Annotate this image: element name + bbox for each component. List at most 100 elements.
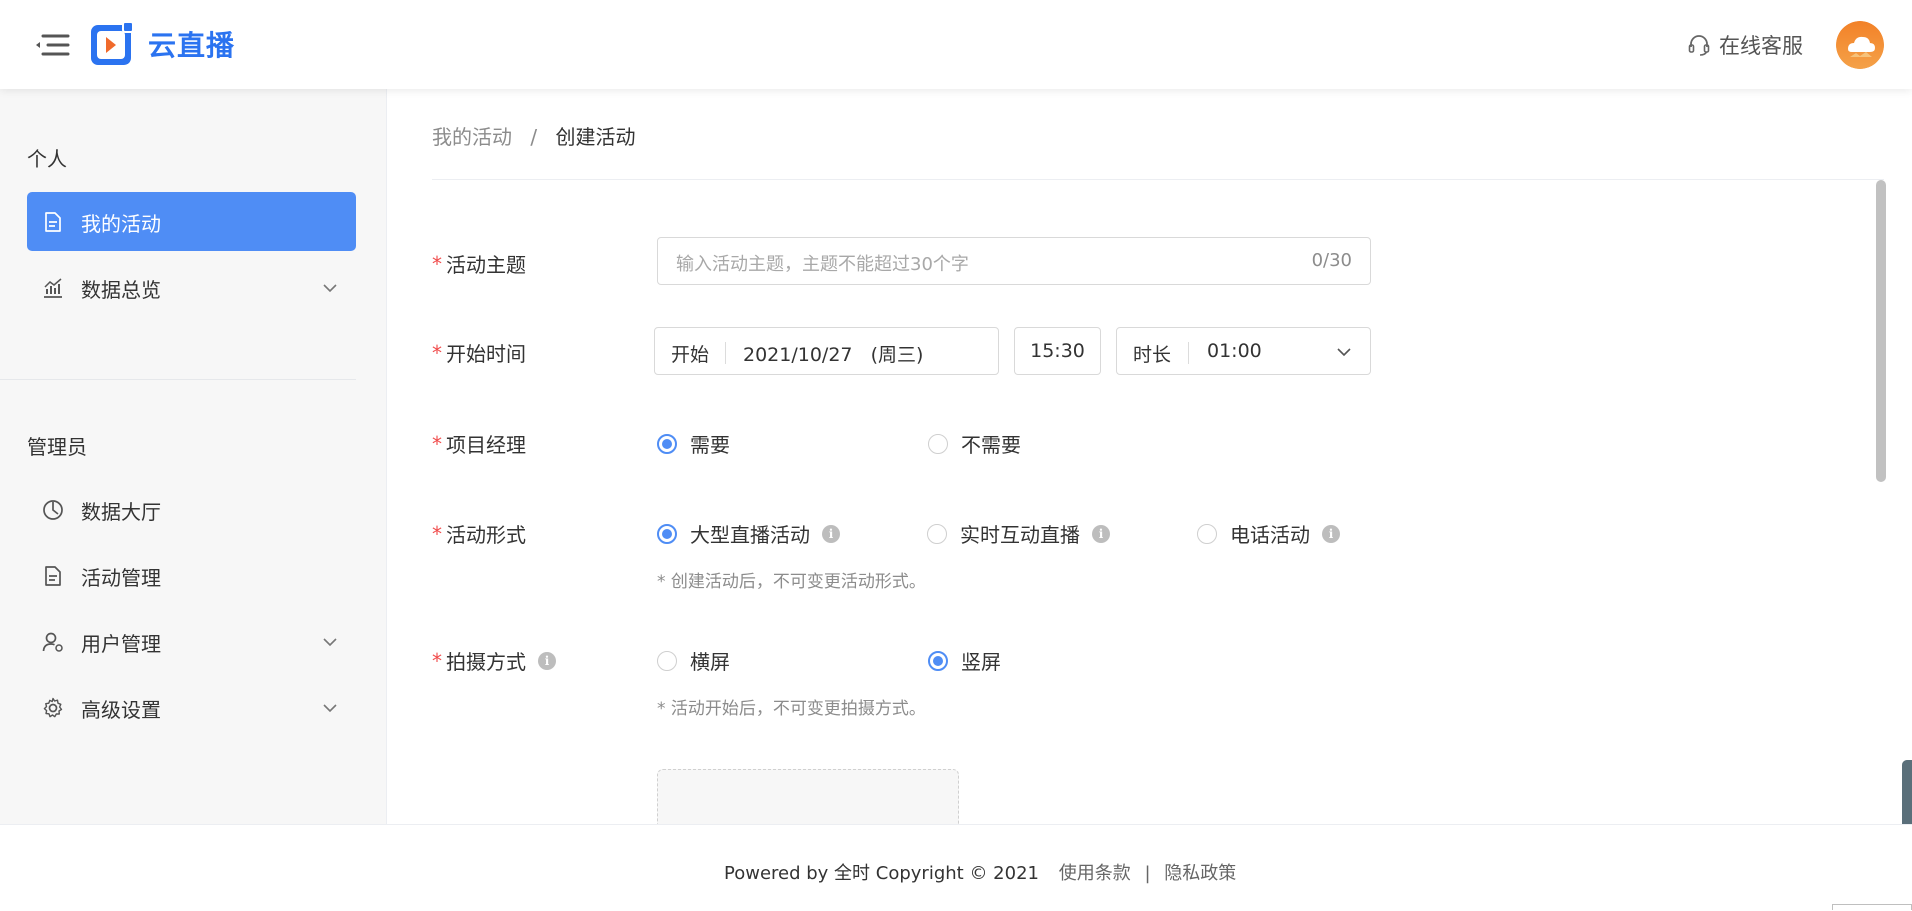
sidebar-item-label: 数据大厅 [81, 500, 161, 524]
footer-link-privacy[interactable]: 隐私政策 [1164, 863, 1236, 884]
breadcrumb-current: 创建活动 [555, 125, 636, 149]
info-icon[interactable]: i [538, 651, 556, 670]
radio-label: 实时互动直播 [960, 523, 1080, 547]
required-mark: * [432, 521, 442, 546]
app-name: 云直播 [148, 29, 236, 62]
footer-copyright: Powered by 全时 Copyright © 2021 [724, 863, 1039, 884]
sidebar-section-personal: 个人 [27, 147, 67, 171]
required-mark: * [432, 431, 442, 456]
start-time-label: * 开始时间 [432, 338, 526, 367]
pie-chart-icon [43, 500, 63, 520]
chevron-down-icon [1337, 348, 1351, 357]
radio-circle [657, 650, 677, 671]
sidebar-item-data-hall[interactable]: 数据大厅 [27, 480, 356, 539]
sidebar-item-label: 我的活动 [81, 212, 161, 236]
required-mark: * [432, 340, 442, 365]
manager-label: * 项目经理 [432, 429, 526, 458]
segment-divider [1188, 342, 1189, 364]
top-header: 云直播 在线客服 [0, 0, 1912, 89]
radio-label: 大型直播活动 [690, 523, 810, 547]
radio-circle [928, 433, 948, 454]
sidebar-item-activity-management[interactable]: 活动管理 [27, 546, 356, 605]
radio-label: 电话活动 [1230, 523, 1310, 547]
user-avatar[interactable] [1836, 21, 1884, 69]
radio-shooting-landscape[interactable]: 横屏 [657, 646, 730, 675]
headset-icon [1688, 35, 1710, 56]
radio-circle [1197, 523, 1217, 544]
sidebar-item-my-activities[interactable]: 我的活动 [27, 192, 356, 251]
info-icon[interactable]: i [1322, 524, 1340, 543]
start-time-value: 15:30 [1030, 340, 1085, 362]
sidebar-item-label: 高级设置 [81, 698, 161, 722]
chart-icon [44, 278, 62, 298]
user-settings-icon [42, 632, 63, 652]
theme-input-placeholder: 输入活动主题，主题不能超过30个字 [676, 254, 969, 275]
theme-input[interactable]: 输入活动主题，主题不能超过30个字 0/30 [657, 237, 1371, 285]
radio-format-realtime-interactive[interactable]: 实时互动直播 i [927, 519, 1110, 548]
sidebar-divider [0, 379, 356, 380]
radio-label: 需要 [690, 433, 730, 457]
start-prefix-label: 开始 [671, 344, 710, 366]
sidebar: 个人 我的活动 数据总览 管理员 数据大厅 活动管理 用户管理 高级设置 [0, 89, 387, 824]
start-date-picker[interactable]: 开始 2021/10/27 (周三) [654, 327, 999, 375]
footer-separator: | [1144, 863, 1151, 884]
chevron-down-icon [323, 704, 337, 713]
required-mark: * [432, 251, 442, 276]
radio-label: 横屏 [690, 650, 730, 674]
footer-text: Powered by 全时 Copyright © 2021 使用条款 | 隐私… [724, 859, 1236, 885]
breadcrumb: 我的活动 / 创建活动 [432, 121, 635, 150]
corner-widget [1832, 904, 1912, 910]
content-divider [432, 179, 1884, 180]
theme-char-count: 0/30 [1311, 250, 1352, 271]
breadcrumb-link-my-activities[interactable]: 我的活动 [432, 125, 512, 149]
radio-circle [927, 523, 947, 544]
radio-manager-not-needed[interactable]: 不需要 [928, 429, 1021, 458]
radio-shooting-portrait[interactable]: 竖屏 [928, 646, 1001, 675]
sidebar-item-label: 活动管理 [81, 566, 161, 590]
sidebar-item-advanced-settings[interactable]: 高级设置 [27, 678, 356, 737]
duration-prefix-label: 时长 [1133, 344, 1172, 366]
breadcrumb-separator: / [530, 125, 538, 149]
scrollbar-thumb[interactable] [1876, 180, 1886, 482]
radio-format-large-live[interactable]: 大型直播活动 i [657, 519, 840, 548]
radio-circle [657, 433, 677, 454]
gear-icon [43, 697, 63, 718]
format-label: * 活动形式 [432, 519, 526, 548]
radio-label: 竖屏 [961, 650, 1001, 674]
shooting-label-text: 拍摄方式 [446, 650, 526, 674]
segment-divider [725, 342, 726, 364]
sidebar-section-admin: 管理员 [27, 435, 87, 459]
sidebar-item-data-overview[interactable]: 数据总览 [27, 258, 356, 317]
footer-link-terms[interactable]: 使用条款 [1059, 863, 1131, 884]
duration-select[interactable]: 时长 01:00 [1116, 327, 1371, 375]
sidebar-item-label: 数据总览 [81, 278, 161, 302]
sidebar-item-user-management[interactable]: 用户管理 [27, 612, 356, 671]
avatar-image [1836, 21, 1884, 69]
radio-manager-needed[interactable]: 需要 [657, 429, 730, 458]
duration-value: 01:00 [1207, 340, 1262, 362]
sidebar-item-label: 用户管理 [81, 632, 161, 656]
document-icon [45, 566, 61, 586]
document-icon [45, 212, 61, 232]
manager-label-text: 项目经理 [446, 433, 526, 457]
info-icon[interactable]: i [822, 524, 840, 543]
upload-area[interactable] [657, 769, 959, 830]
chevron-down-icon [323, 284, 337, 293]
menu-collapse-icon[interactable] [34, 32, 70, 58]
online-support-button[interactable]: 在线客服 [1687, 30, 1803, 60]
shooting-label: * 拍摄方式 i [432, 646, 556, 675]
format-hint: * 创建活动后，不可变更活动形式。 [657, 572, 926, 592]
start-time-picker[interactable]: 15:30 [1014, 327, 1101, 375]
theme-label: * 活动主题 [432, 249, 526, 278]
shooting-hint: * 活动开始后，不可变更拍摄方式。 [657, 699, 926, 719]
required-mark: * [432, 648, 442, 673]
radio-format-phone[interactable]: 电话活动 i [1197, 519, 1340, 548]
footer: Powered by 全时 Copyright © 2021 使用条款 | 隐私… [0, 824, 1912, 911]
format-label-text: 活动形式 [446, 523, 526, 547]
radio-circle [928, 650, 948, 671]
start-date-value: 2021/10/27 (周三) [743, 344, 924, 366]
logo-icon [91, 21, 134, 65]
online-support-label: 在线客服 [1719, 34, 1803, 58]
theme-label-text: 活动主题 [446, 253, 526, 277]
info-icon[interactable]: i [1092, 524, 1110, 543]
